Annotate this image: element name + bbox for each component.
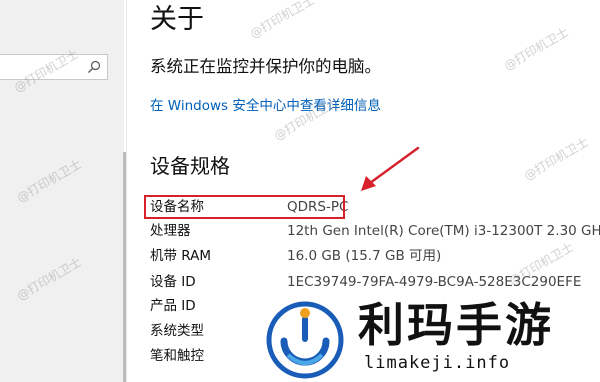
spec-value: 1EC39749-79FA-4979-BC9A-528E3C290EFE (287, 274, 582, 290)
device-specs-heading: 设备规格 (150, 154, 230, 178)
logo-name: 利玛手游 (358, 298, 554, 352)
spec-label: 产品 ID (150, 298, 196, 314)
logo-panel: 利玛手游 limakeji.info (256, 293, 600, 382)
spec-label: 设备 ID (150, 274, 196, 290)
spec-label: 笔和触控 (150, 348, 204, 364)
settings-sidebar (0, 0, 124, 382)
red-arrow-icon (361, 146, 420, 191)
spec-label: 机带 RAM (150, 248, 212, 264)
scrollbar[interactable] (123, 152, 126, 382)
site-logo-icon (266, 301, 344, 379)
device-name-highlight-box (144, 195, 345, 219)
spec-value: 16.0 GB (15.7 GB 可用) (287, 248, 442, 264)
security-center-link[interactable]: 在 Windows 安全中心中查看详细信息 (150, 97, 381, 115)
protection-status-text: 系统正在监控并保护你的电脑。 (150, 57, 381, 76)
settings-search-input[interactable] (0, 54, 108, 80)
logo-url: limakeji.info (364, 353, 511, 373)
spec-label: 系统类型 (150, 323, 204, 339)
search-icon[interactable] (87, 60, 101, 74)
spec-value: 12th Gen Intel(R) Core(TM) i3-12300T 2.3… (287, 223, 600, 239)
page-title: 关于 (150, 4, 204, 35)
spec-label: 处理器 (150, 223, 191, 239)
sidebar-divider (126, 0, 127, 382)
